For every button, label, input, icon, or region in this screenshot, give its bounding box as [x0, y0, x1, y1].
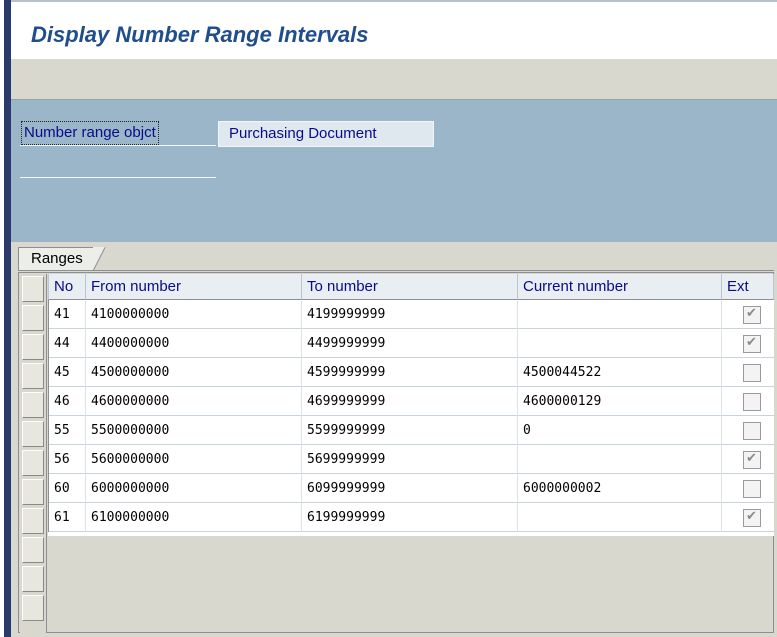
ext-checkbox[interactable] — [743, 422, 761, 440]
table-row[interactable]: 56 5600000000 5699999999 ✔ — [48, 445, 774, 474]
ext-checkbox[interactable]: ✔ — [743, 335, 761, 353]
row-selector-button[interactable] — [22, 450, 44, 476]
ranges-table: No From number To number Current number … — [18, 272, 774, 633]
cell-current: 4600000129 — [518, 387, 722, 416]
check-icon: ✔ — [746, 451, 757, 466]
cell-from: 5500000000 — [86, 416, 302, 445]
cell-from: 5600000000 — [86, 445, 302, 474]
cell-to: 5599999999 — [302, 416, 518, 445]
cell-from: 4100000000 — [86, 300, 302, 329]
cell-current — [518, 300, 722, 329]
tab-ranges[interactable]: Ranges — [18, 247, 103, 271]
cell-current: 0 — [518, 416, 722, 445]
empty-field-underline — [20, 177, 216, 178]
column-header-no[interactable]: No — [48, 274, 86, 300]
table-row[interactable]: 45 4500000000 4599999999 4500044522 — [48, 358, 774, 387]
cell-to: 5699999999 — [302, 445, 518, 474]
ext-checkbox[interactable] — [743, 364, 761, 382]
table-row[interactable]: 60 6000000000 6099999999 6000000002 — [48, 474, 774, 503]
ext-checkbox[interactable]: ✔ — [743, 509, 761, 527]
cell-current: 6000000002 — [518, 474, 722, 503]
cell-from: 6000000000 — [86, 474, 302, 503]
ranges-area: Ranges No From number To number Current … — [11, 242, 777, 637]
row-selector-button[interactable] — [22, 479, 44, 505]
cell-from: 4500000000 — [86, 358, 302, 387]
column-header-current-number[interactable]: Current number — [518, 274, 722, 300]
column-header-ext[interactable]: Ext — [722, 274, 774, 300]
cell-from: 4600000000 — [86, 387, 302, 416]
cell-to: 6099999999 — [302, 474, 518, 503]
row-selector-button[interactable] — [22, 566, 44, 592]
check-icon: ✔ — [746, 306, 757, 321]
row-selector-button[interactable] — [22, 392, 44, 418]
cell-from: 4400000000 — [86, 329, 302, 358]
cell-no: 41 — [48, 300, 86, 329]
cell-no: 46 — [48, 387, 86, 416]
sap-window: Display Number Range Intervals Number ra… — [0, 0, 777, 637]
cell-from: 6100000000 — [86, 503, 302, 532]
cell-to: 4199999999 — [302, 300, 518, 329]
cell-current — [518, 445, 722, 474]
row-selector-column — [20, 274, 47, 633]
check-icon: ✔ — [746, 509, 757, 524]
cell-to: 6199999999 — [302, 503, 518, 532]
tab-baseline — [18, 270, 774, 271]
row-selector-button[interactable] — [22, 363, 44, 389]
row-selector-button[interactable] — [22, 508, 44, 534]
number-range-object-value: Purchasing Document — [218, 121, 434, 147]
page-title: Display Number Range Intervals — [31, 22, 369, 47]
cell-no: 45 — [48, 358, 86, 387]
ext-checkbox[interactable]: ✔ — [743, 306, 761, 324]
table-row[interactable]: 61 6100000000 6199999999 ✔ — [48, 503, 774, 532]
application-toolbar — [11, 59, 777, 100]
tab-slant-edge — [93, 247, 117, 271]
cell-current: 4500044522 — [518, 358, 722, 387]
table-row[interactable]: 55 5500000000 5599999999 0 — [48, 416, 774, 445]
ext-checkbox[interactable] — [743, 393, 761, 411]
cell-to: 4699999999 — [302, 387, 518, 416]
cell-no: 61 — [48, 503, 86, 532]
table-row[interactable]: 41 4100000000 4199999999 ✔ — [48, 300, 774, 329]
label-underline — [20, 145, 216, 146]
row-selector-button[interactable] — [22, 595, 44, 621]
cell-current — [518, 329, 722, 358]
table-row[interactable]: 44 4400000000 4499999999 ✔ — [48, 329, 774, 358]
row-selector-button[interactable] — [22, 334, 44, 360]
number-range-object-label[interactable]: Number range objct — [21, 121, 159, 145]
cell-no: 55 — [48, 416, 86, 445]
column-header-from-number[interactable]: From number — [86, 274, 302, 300]
row-selector-button[interactable] — [22, 305, 44, 331]
column-header-to-number[interactable]: To number — [302, 274, 518, 300]
row-selector-button[interactable] — [22, 421, 44, 447]
cell-no: 44 — [48, 329, 86, 358]
cell-no: 56 — [48, 445, 86, 474]
window-left-border — [4, 0, 11, 637]
title-bar: Display Number Range Intervals — [11, 2, 777, 59]
table-row[interactable]: 46 4600000000 4699999999 4600000129 — [48, 387, 774, 416]
cell-to: 4499999999 — [302, 329, 518, 358]
check-icon: ✔ — [746, 335, 757, 350]
header-area: Number range objct Purchasing Document — [11, 100, 777, 242]
ranges-grid: No From number To number Current number … — [48, 274, 774, 536]
ext-checkbox[interactable] — [743, 480, 761, 498]
row-selector-button[interactable] — [22, 276, 44, 302]
cell-to: 4599999999 — [302, 358, 518, 387]
cell-current — [518, 503, 722, 532]
ext-checkbox[interactable]: ✔ — [743, 451, 761, 469]
row-selector-button[interactable] — [22, 537, 44, 563]
cell-no: 60 — [48, 474, 86, 503]
